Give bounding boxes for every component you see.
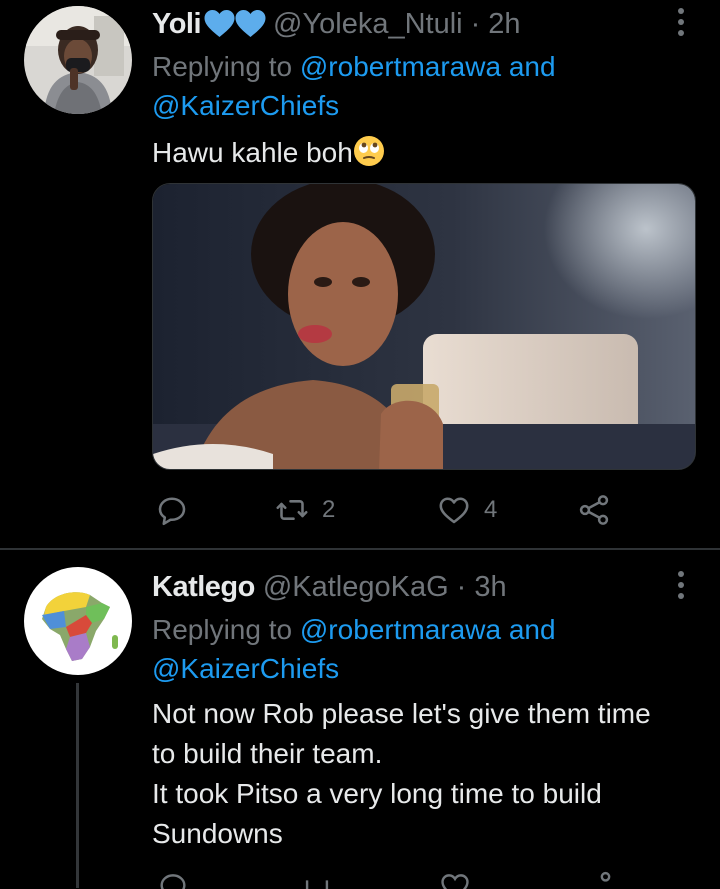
share-icon xyxy=(579,495,609,525)
blue-heart-icon xyxy=(235,10,266,37)
tweet-media-image[interactable] xyxy=(152,183,696,470)
mention-conjunction[interactable]: and xyxy=(509,614,556,645)
like-count: 4 xyxy=(484,496,498,523)
tweet-text: Hawu kahle boh xyxy=(152,133,692,173)
tweet-actions xyxy=(152,869,622,889)
more-options-icon[interactable] xyxy=(678,8,684,38)
tweet-text-line: It took Pitso a very long time to build xyxy=(152,778,602,809)
reply-icon[interactable] xyxy=(156,869,190,889)
reply-button[interactable] xyxy=(154,490,190,530)
reply-icon xyxy=(158,497,186,526)
heart-icon xyxy=(439,497,469,524)
separator-dot: · xyxy=(456,571,467,603)
retweet-count: 2 xyxy=(322,496,336,523)
avatar[interactable] xyxy=(24,567,132,675)
mention-conjunction[interactable]: and xyxy=(509,51,556,82)
replying-prefix: Replying to xyxy=(152,614,293,645)
replying-prefix: Replying to xyxy=(152,51,293,82)
tweet-divider xyxy=(0,548,720,550)
display-name[interactable]: Katlego xyxy=(152,569,255,605)
tweet-text-line: Not now Rob please let's give them time xyxy=(152,698,651,729)
mention-link[interactable]: @KaizerChiefs xyxy=(152,90,339,121)
thread-line xyxy=(76,683,79,888)
share-button[interactable] xyxy=(576,490,612,530)
timestamp[interactable]: 3h xyxy=(474,569,506,605)
replying-to: Replying to @robertmarawa and @KaizerChi… xyxy=(152,47,672,125)
like-button[interactable]: 4 xyxy=(436,490,497,530)
tweet-text: Not now Rob please let's give them time … xyxy=(152,694,692,854)
display-name[interactable]: Yoli xyxy=(152,6,202,42)
retweet-icon[interactable] xyxy=(300,869,334,889)
share-icon[interactable] xyxy=(580,869,614,889)
tweet-header: Katlego @KatlegoKaG · 3h xyxy=(152,569,507,605)
tweet-yoli[interactable]: Yoli @Yoleka_Ntuli · 2h Replying to @rob… xyxy=(0,0,720,548)
mention-link[interactable]: @robertmarawa xyxy=(300,614,501,645)
blue-heart-icon xyxy=(204,10,235,37)
name-decoration xyxy=(203,9,266,39)
tweet-header: Yoli @Yoleka_Ntuli · 2h xyxy=(152,6,521,42)
face-with-rolling-eyes-icon xyxy=(353,136,384,166)
tweet-text-content: Hawu kahle boh xyxy=(152,137,353,168)
replying-to: Replying to @robertmarawa and @KaizerChi… xyxy=(152,610,672,688)
tweet-actions: 2 4 xyxy=(152,490,622,530)
heart-icon[interactable] xyxy=(438,869,472,889)
tweet-text-line: Sundowns xyxy=(152,818,283,849)
avatar[interactable] xyxy=(24,6,132,114)
separator-dot: · xyxy=(470,8,481,40)
timestamp[interactable]: 2h xyxy=(488,6,520,42)
tweet-text-line: to build their team. xyxy=(152,738,383,769)
more-options-icon[interactable] xyxy=(678,571,684,601)
handle[interactable]: @Yoleka_Ntuli xyxy=(273,6,463,42)
retweet-button[interactable]: 2 xyxy=(274,490,335,530)
handle[interactable]: @KatlegoKaG xyxy=(263,569,449,605)
tweet-katlego[interactable]: Katlego @KatlegoKaG · 3h Replying to @ro… xyxy=(0,551,720,889)
mention-link[interactable]: @KaizerChiefs xyxy=(152,653,339,684)
retweet-icon xyxy=(276,500,308,520)
mention-link[interactable]: @robertmarawa xyxy=(300,51,501,82)
